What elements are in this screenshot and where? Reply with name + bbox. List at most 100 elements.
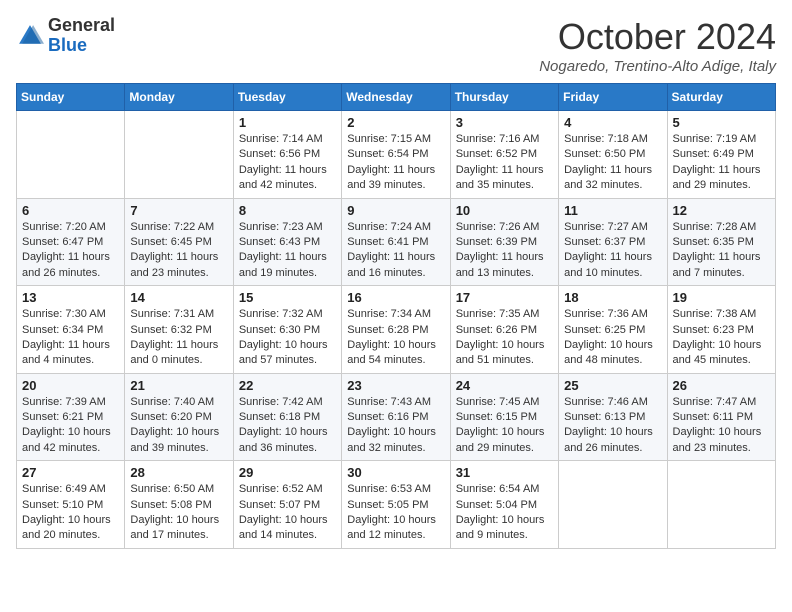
day-number: 15 — [239, 290, 336, 305]
calendar-week-row: 1 Sunrise: 7:14 AM Sunset: 6:56 PM Daylig… — [17, 111, 776, 199]
day-info: Sunrise: 6:52 AM Sunset: 5:07 PM Dayligh… — [239, 482, 336, 544]
calendar-cell: 5Sunrise: 7:19 AM Sunset: 6:49 PM Daylig… — [667, 111, 775, 199]
day-number: 3 — [456, 115, 553, 130]
day-info: Sunrise: 7:18 AM Sunset: 6:50 PM Dayligh… — [564, 132, 661, 194]
calendar-cell: 21 Sunrise: 7:40 AM Sunset: 6:20 PM Dayli… — [125, 373, 233, 461]
day-of-week-header: Thursday — [450, 84, 558, 111]
logo-blue-text: Blue — [48, 35, 87, 55]
day-info: Sunrise: 7:34 AM Sunset: 6:28 PM Dayligh… — [347, 307, 444, 369]
day-info: Sunrise: 7:36 AM Sunset: 6:25 PM Dayligh… — [564, 307, 661, 369]
calendar-cell: 18 Sunrise: 7:36 AM Sunset: 6:25 PM Dayli… — [559, 286, 667, 374]
day-number: 6 — [22, 203, 119, 218]
calendar-cell — [559, 461, 667, 549]
calendar-cell: 17 Sunrise: 7:35 AM Sunset: 6:26 PM Dayli… — [450, 286, 558, 374]
day-number: 8 — [239, 203, 336, 218]
calendar-cell: 4 Sunrise: 7:18 AM Sunset: 6:50 PM Daylig… — [559, 111, 667, 199]
calendar-cell: 24 Sunrise: 7:45 AM Sunset: 6:15 PM Dayli… — [450, 373, 558, 461]
calendar-week-row: 20Sunrise: 7:39 AM Sunset: 6:21 PM Dayli… — [17, 373, 776, 461]
day-number: 23 — [347, 378, 444, 393]
calendar-cell: 14Sunrise: 7:31 AM Sunset: 6:32 PM Dayli… — [125, 286, 233, 374]
logo-icon — [16, 22, 44, 50]
calendar-cell: 6 Sunrise: 7:20 AM Sunset: 6:47 PM Daylig… — [17, 198, 125, 286]
day-info: Sunrise: 7:46 AM Sunset: 6:13 PM Dayligh… — [564, 395, 661, 457]
month-title: October 2024 — [539, 16, 776, 58]
day-number: 1 — [239, 115, 336, 130]
day-number: 25 — [564, 378, 661, 393]
day-number: 10 — [456, 203, 553, 218]
day-info: Sunrise: 7:43 AM Sunset: 6:16 PM Dayligh… — [347, 395, 444, 457]
logo: General Blue — [16, 16, 115, 56]
calendar-cell: 30 Sunrise: 6:53 AM Sunset: 5:05 PM Dayli… — [342, 461, 450, 549]
calendar-cell: 12Sunrise: 7:28 AM Sunset: 6:35 PM Dayli… — [667, 198, 775, 286]
calendar-cell: 13 Sunrise: 7:30 AM Sunset: 6:34 PM Dayli… — [17, 286, 125, 374]
day-number: 30 — [347, 465, 444, 480]
day-of-week-header: Saturday — [667, 84, 775, 111]
day-info: Sunrise: 7:39 AM Sunset: 6:21 PM Dayligh… — [22, 395, 119, 457]
calendar-cell: 9 Sunrise: 7:24 AM Sunset: 6:41 PM Daylig… — [342, 198, 450, 286]
page-header: General Blue October 2024 Nogaredo, Tren… — [16, 16, 776, 75]
day-info: Sunrise: 7:24 AM Sunset: 6:41 PM Dayligh… — [347, 220, 444, 282]
day-info: Sunrise: 7:27 AM Sunset: 6:37 PM Dayligh… — [564, 220, 661, 282]
calendar-cell: 2 Sunrise: 7:15 AM Sunset: 6:54 PM Daylig… — [342, 111, 450, 199]
day-info: Sunrise: 7:31 AM Sunset: 6:32 PM Dayligh… — [130, 307, 227, 369]
day-number: 29 — [239, 465, 336, 480]
day-number: 22 — [239, 378, 336, 393]
day-info: Sunrise: 7:38 AM Sunset: 6:23 PM Dayligh… — [673, 307, 770, 369]
day-number: 21 — [130, 378, 227, 393]
day-info: Sunrise: 7:42 AM Sunset: 6:18 PM Dayligh… — [239, 395, 336, 457]
day-info: Sunrise: 7:45 AM Sunset: 6:15 PM Dayligh… — [456, 395, 553, 457]
day-info: Sunrise: 7:30 AM Sunset: 6:34 PM Dayligh… — [22, 307, 119, 369]
day-info: Sunrise: 6:49 AM Sunset: 5:10 PM Dayligh… — [22, 482, 119, 544]
day-info: Sunrise: 7:40 AM Sunset: 6:20 PM Dayligh… — [130, 395, 227, 457]
calendar-table: SundayMondayTuesdayWednesdayThursdayFrid… — [16, 83, 776, 549]
day-info: Sunrise: 7:47 AM Sunset: 6:11 PM Dayligh… — [673, 395, 770, 457]
day-info: Sunrise: 7:35 AM Sunset: 6:26 PM Dayligh… — [456, 307, 553, 369]
day-number: 13 — [22, 290, 119, 305]
day-number: 24 — [456, 378, 553, 393]
day-info: Sunrise: 7:22 AM Sunset: 6:45 PM Dayligh… — [130, 220, 227, 282]
calendar-cell: 7Sunrise: 7:22 AM Sunset: 6:45 PM Daylig… — [125, 198, 233, 286]
day-info: Sunrise: 6:54 AM Sunset: 5:04 PM Dayligh… — [456, 482, 553, 544]
calendar-cell: 23 Sunrise: 7:43 AM Sunset: 6:16 PM Dayli… — [342, 373, 450, 461]
calendar-cell: 8 Sunrise: 7:23 AM Sunset: 6:43 PM Daylig… — [233, 198, 341, 286]
day-number: 2 — [347, 115, 444, 130]
calendar-cell: 31 Sunrise: 6:54 AM Sunset: 5:04 PM Dayli… — [450, 461, 558, 549]
day-info: Sunrise: 7:23 AM Sunset: 6:43 PM Dayligh… — [239, 220, 336, 282]
day-number: 11 — [564, 203, 661, 218]
calendar-cell: 15Sunrise: 7:32 AM Sunset: 6:30 PM Dayli… — [233, 286, 341, 374]
calendar-cell: 26 Sunrise: 7:47 AM Sunset: 6:11 PM Dayli… — [667, 373, 775, 461]
day-number: 26 — [673, 378, 770, 393]
day-number: 16 — [347, 290, 444, 305]
calendar-cell: 11 Sunrise: 7:27 AM Sunset: 6:37 PM Dayli… — [559, 198, 667, 286]
day-number: 4 — [564, 115, 661, 130]
calendar-cell — [17, 111, 125, 199]
calendar-cell: 29 Sunrise: 6:52 AM Sunset: 5:07 PM Dayli… — [233, 461, 341, 549]
calendar-cell: 16 Sunrise: 7:34 AM Sunset: 6:28 PM Dayli… — [342, 286, 450, 374]
day-of-week-header: Friday — [559, 84, 667, 111]
day-info: Sunrise: 7:16 AM Sunset: 6:52 PM Dayligh… — [456, 132, 553, 194]
location-text: Nogaredo, Trentino-Alto Adige, Italy — [539, 58, 776, 75]
calendar-cell: 3 Sunrise: 7:16 AM Sunset: 6:52 PM Daylig… — [450, 111, 558, 199]
title-block: October 2024 Nogaredo, Trentino-Alto Adi… — [539, 16, 776, 75]
calendar-cell: 28Sunrise: 6:50 AM Sunset: 5:08 PM Dayli… — [125, 461, 233, 549]
calendar-cell: 20Sunrise: 7:39 AM Sunset: 6:21 PM Dayli… — [17, 373, 125, 461]
day-info: Sunrise: 6:53 AM Sunset: 5:05 PM Dayligh… — [347, 482, 444, 544]
day-number: 31 — [456, 465, 553, 480]
day-info: Sunrise: 7:20 AM Sunset: 6:47 PM Dayligh… — [22, 220, 119, 282]
calendar-cell: 10 Sunrise: 7:26 AM Sunset: 6:39 PM Dayli… — [450, 198, 558, 286]
day-info: Sunrise: 7:26 AM Sunset: 6:39 PM Dayligh… — [456, 220, 553, 282]
day-info: Sunrise: 6:50 AM Sunset: 5:08 PM Dayligh… — [130, 482, 227, 544]
calendar-week-row: 27Sunrise: 6:49 AM Sunset: 5:10 PM Dayli… — [17, 461, 776, 549]
day-info: Sunrise: 7:15 AM Sunset: 6:54 PM Dayligh… — [347, 132, 444, 194]
day-number: 17 — [456, 290, 553, 305]
day-number: 18 — [564, 290, 661, 305]
day-of-week-header: Tuesday — [233, 84, 341, 111]
day-number: 9 — [347, 203, 444, 218]
day-of-week-header: Monday — [125, 84, 233, 111]
day-number: 19 — [673, 290, 770, 305]
calendar-cell — [667, 461, 775, 549]
day-info: Sunrise: 7:14 AM Sunset: 6:56 PM Dayligh… — [239, 132, 336, 194]
calendar-cell: 19 Sunrise: 7:38 AM Sunset: 6:23 PM Dayli… — [667, 286, 775, 374]
calendar-header-row: SundayMondayTuesdayWednesdayThursdayFrid… — [17, 84, 776, 111]
calendar-cell — [125, 111, 233, 199]
